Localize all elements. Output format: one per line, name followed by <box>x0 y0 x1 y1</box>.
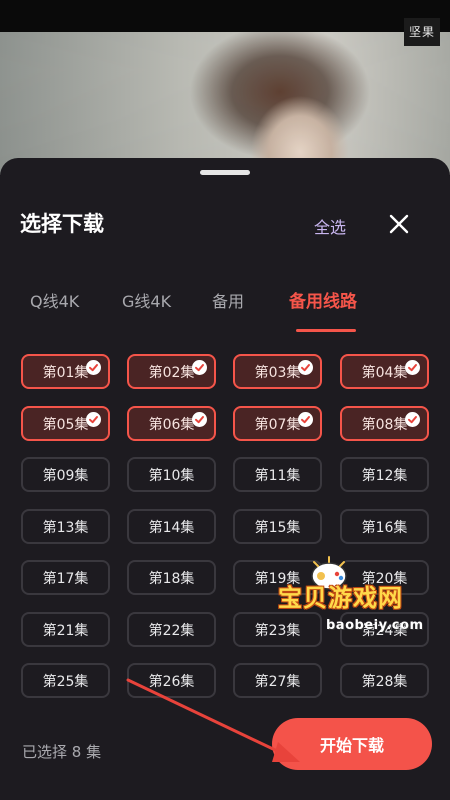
episode-button[interactable]: 第11集 <box>233 457 322 492</box>
episode-button[interactable]: 第26集 <box>127 663 216 698</box>
episode-label: 第03集 <box>254 364 301 381</box>
tab-g-line-4k[interactable]: G线4K <box>122 288 171 312</box>
site-watermark-name: 宝贝游戏网 <box>278 584 403 612</box>
episode-label: 第18集 <box>148 570 195 587</box>
site-watermark-overlay: 宝贝游戏网 baobeiy.com <box>274 578 450 642</box>
tab-q-line-4k[interactable]: Q线4K <box>30 288 79 312</box>
tab-backup[interactable]: 备用 <box>212 288 244 312</box>
episode-button[interactable]: 第18集 <box>127 560 216 595</box>
episode-button[interactable]: 第14集 <box>127 509 216 544</box>
selected-count: 已选择 8 集 <box>22 743 102 761</box>
episode-label: 第14集 <box>148 519 195 536</box>
episode-button[interactable]: 第15集 <box>233 509 322 544</box>
episode-label: 第04集 <box>361 364 408 381</box>
episode-label: 第16集 <box>361 519 408 536</box>
episode-button[interactable]: 第07集 <box>233 406 322 441</box>
checkmark-icon <box>86 412 101 427</box>
episode-button[interactable]: 第28集 <box>340 663 429 698</box>
active-tab-indicator <box>296 329 356 332</box>
download-sheet: 选择下载 全选 Q线4K G线4K 备用 备用线路 第01集 第02集 第03集 第0… <box>0 158 450 800</box>
episode-label: 第22集 <box>148 622 195 639</box>
episode-label: 第06集 <box>148 416 195 433</box>
episode-button[interactable]: 第03集 <box>233 354 322 389</box>
episode-button[interactable]: 第05集 <box>21 406 110 441</box>
episode-label: 第15集 <box>254 519 301 536</box>
episode-button[interactable]: 第17集 <box>21 560 110 595</box>
site-watermark-url: baobeiy.com <box>326 618 424 633</box>
episode-button[interactable]: 第09集 <box>21 457 110 492</box>
episode-button[interactable]: 第21集 <box>21 612 110 647</box>
episode-label: 第12集 <box>361 467 408 484</box>
watermark-logo: 坚果 <box>404 18 440 46</box>
close-button[interactable] <box>386 211 412 237</box>
episode-label: 第05集 <box>42 416 89 433</box>
video-player[interactable]: 坚果 <box>0 0 450 175</box>
episode-label: 第08集 <box>361 416 408 433</box>
episode-label: 第11集 <box>254 467 301 484</box>
episode-label: 第17集 <box>42 570 89 587</box>
episode-button[interactable]: 第16集 <box>340 509 429 544</box>
checkmark-icon <box>405 412 420 427</box>
checkmark-icon <box>298 412 313 427</box>
episode-button[interactable]: 第06集 <box>127 406 216 441</box>
episode-button[interactable]: 第01集 <box>21 354 110 389</box>
select-all-button[interactable]: 全选 <box>314 214 346 238</box>
episode-label: 第07集 <box>254 416 301 433</box>
episode-label: 第10集 <box>148 467 195 484</box>
start-download-label: 开始下载 <box>319 736 384 755</box>
episode-button[interactable]: 第27集 <box>233 663 322 698</box>
episode-button[interactable]: 第04集 <box>340 354 429 389</box>
start-download-button[interactable]: 开始下载 <box>272 718 432 770</box>
video-frame <box>0 32 450 175</box>
episode-button[interactable]: 第10集 <box>127 457 216 492</box>
episode-label: 第01集 <box>42 364 89 381</box>
episode-label: 第21集 <box>42 622 89 639</box>
episode-label: 第27集 <box>254 673 301 690</box>
close-icon <box>389 214 409 234</box>
episode-button[interactable]: 第13集 <box>21 509 110 544</box>
checkmark-icon <box>192 412 207 427</box>
episode-label: 第25集 <box>42 673 89 690</box>
tab-backup-line[interactable]: 备用线路 <box>289 287 357 312</box>
episode-button[interactable]: 第22集 <box>127 612 216 647</box>
source-tabs: Q线4K G线4K 备用 备用线路 <box>0 288 450 328</box>
episode-label: 第28集 <box>361 673 408 690</box>
episode-button[interactable]: 第08集 <box>340 406 429 441</box>
checkmark-icon <box>192 360 207 375</box>
episode-button[interactable]: 第02集 <box>127 354 216 389</box>
episode-label: 第13集 <box>42 519 89 536</box>
sheet-title: 选择下载 <box>20 212 104 236</box>
episode-button[interactable]: 第12集 <box>340 457 429 492</box>
episode-label: 第09集 <box>42 467 89 484</box>
drag-handle[interactable] <box>200 170 250 175</box>
episode-label: 第02集 <box>148 364 195 381</box>
checkmark-icon <box>298 360 313 375</box>
episode-label: 第26集 <box>148 673 195 690</box>
episode-button[interactable]: 第25集 <box>21 663 110 698</box>
checkmark-icon <box>86 360 101 375</box>
checkmark-icon <box>405 360 420 375</box>
